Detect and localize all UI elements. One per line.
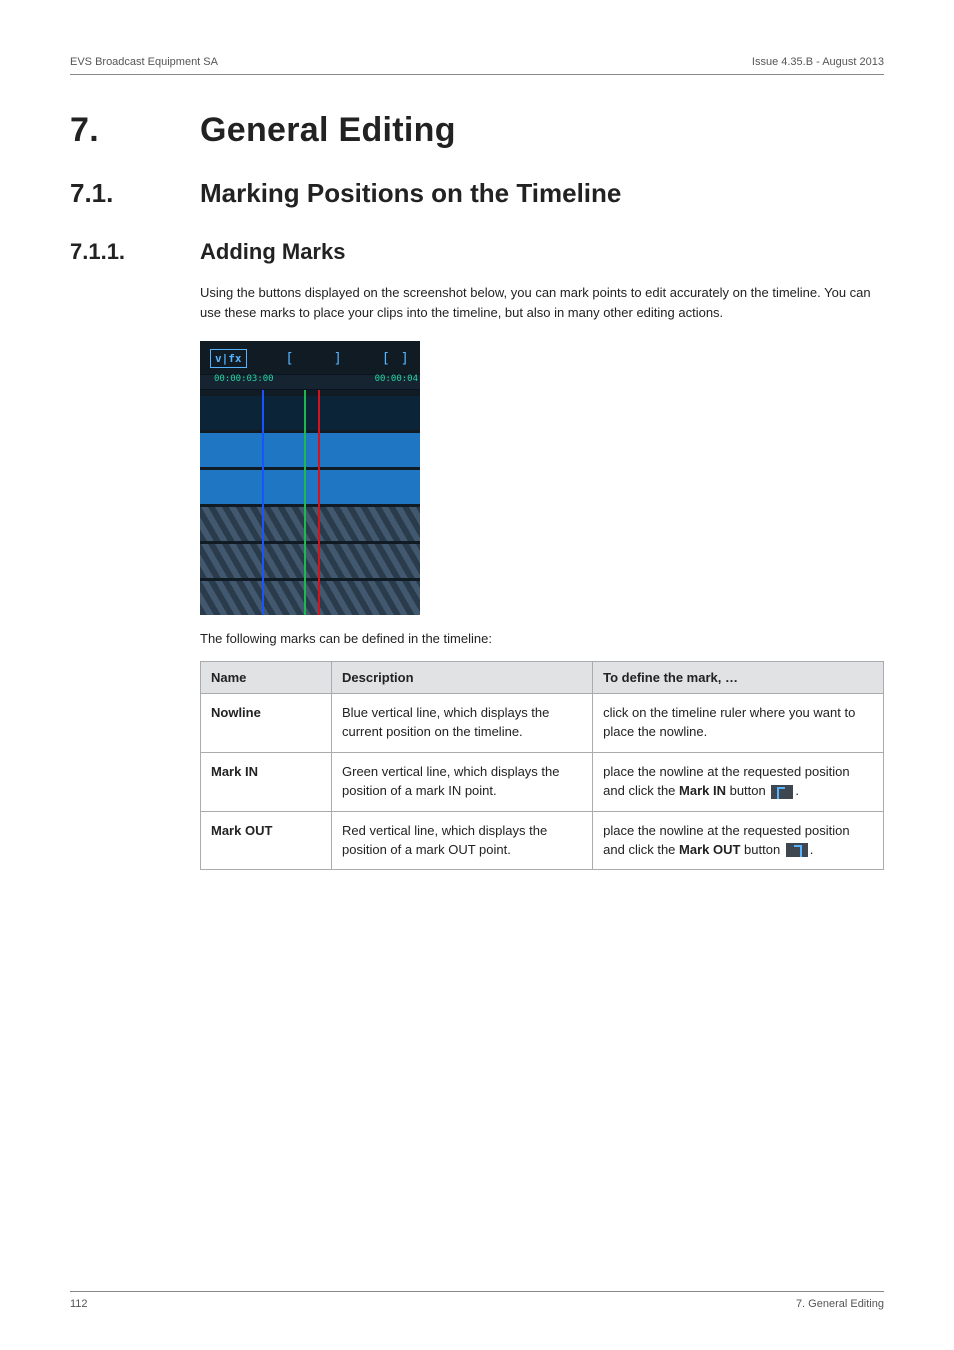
- row-description: Blue vertical line, which displays the c…: [332, 694, 593, 753]
- chapter-title: General Editing: [200, 111, 456, 149]
- page-footer: 112 7. General Editing: [70, 1291, 884, 1310]
- def-end: .: [810, 842, 814, 857]
- table-row: Nowline Blue vertical line, which displa…: [201, 694, 884, 753]
- row-name: Mark IN: [201, 753, 332, 812]
- table-row: Mark OUT Red vertical line, which displa…: [201, 811, 884, 870]
- mark-out-indicator: [318, 390, 320, 615]
- def-suffix: button: [740, 842, 783, 857]
- def-suffix: button: [726, 783, 769, 798]
- footer-page-number: 112: [70, 1298, 88, 1310]
- chapter-heading: 7.General Editing: [70, 111, 884, 150]
- timeline-ruler[interactable]: 00:00:03:00 00:00:04: [200, 374, 420, 390]
- track-row: [200, 544, 420, 578]
- table-caption: The following marks can be defined in th…: [200, 629, 884, 649]
- header-left: EVS Broadcast Equipment SA: [70, 56, 218, 68]
- table-row: Mark IN Green vertical line, which displ…: [201, 753, 884, 812]
- subsection-number: 7.1.1.: [70, 239, 200, 265]
- nowline-indicator: [262, 390, 264, 615]
- track-row: [200, 433, 420, 467]
- def-end: .: [795, 783, 799, 798]
- section-heading: 7.1.Marking Positions on the Timeline: [70, 178, 884, 209]
- mark-out-icon: [786, 843, 808, 857]
- subsection-title: Adding Marks: [200, 239, 345, 264]
- col-name-header: Name: [201, 662, 332, 694]
- def-bold: Mark IN: [679, 783, 726, 798]
- section-number: 7.1.: [70, 178, 200, 209]
- row-name: Mark OUT: [201, 811, 332, 870]
- page: EVS Broadcast Equipment SA Issue 4.35.B …: [0, 0, 954, 1350]
- timeline-screenshot: v|fx [ ] [ ] 00:00:03:00 00:00:04: [200, 341, 420, 615]
- marks-table: Name Description To define the mark, … N…: [200, 661, 884, 870]
- timeline-tracks: [200, 390, 420, 615]
- intro-paragraph: Using the buttons displayed on the scree…: [200, 283, 884, 323]
- mark-in-button[interactable]: [: [285, 351, 294, 367]
- row-define: click on the timeline ruler where you wa…: [593, 694, 884, 753]
- track-row: [200, 507, 420, 541]
- col-description-header: Description: [332, 662, 593, 694]
- screenshot-toolbar: v|fx [ ] [ ]: [200, 341, 420, 374]
- header-right: Issue 4.35.B - August 2013: [752, 56, 884, 68]
- mark-in-indicator: [304, 390, 306, 615]
- body-column: Using the buttons displayed on the scree…: [200, 283, 884, 870]
- track-row: [200, 581, 420, 615]
- section-title: Marking Positions on the Timeline: [200, 178, 621, 208]
- ruler-timecode-left: 00:00:03:00: [214, 374, 274, 384]
- row-define: place the nowline at the requested posit…: [593, 811, 884, 870]
- table-header-row: Name Description To define the mark, …: [201, 662, 884, 694]
- chapter-number: 7.: [70, 111, 200, 150]
- ruler-timecode-right: 00:00:04: [375, 374, 418, 384]
- col-define-header: To define the mark, …: [593, 662, 884, 694]
- page-header: EVS Broadcast Equipment SA Issue 4.35.B …: [70, 56, 884, 75]
- row-description: Green vertical line, which displays the …: [332, 753, 593, 812]
- row-define: place the nowline at the requested posit…: [593, 753, 884, 812]
- track-row: [200, 470, 420, 504]
- footer-chapter: 7. General Editing: [796, 1298, 884, 1310]
- track-row: [200, 396, 420, 430]
- row-name: Nowline: [201, 694, 332, 753]
- def-bold: Mark OUT: [679, 842, 740, 857]
- mark-in-icon: [771, 785, 793, 799]
- row-description: Red vertical line, which displays the po…: [332, 811, 593, 870]
- subsection-heading: 7.1.1.Adding Marks: [70, 239, 884, 265]
- vfx-button[interactable]: v|fx: [210, 349, 247, 368]
- mark-out-button[interactable]: ]: [333, 351, 342, 367]
- mark-pair-button[interactable]: [ ]: [382, 351, 410, 367]
